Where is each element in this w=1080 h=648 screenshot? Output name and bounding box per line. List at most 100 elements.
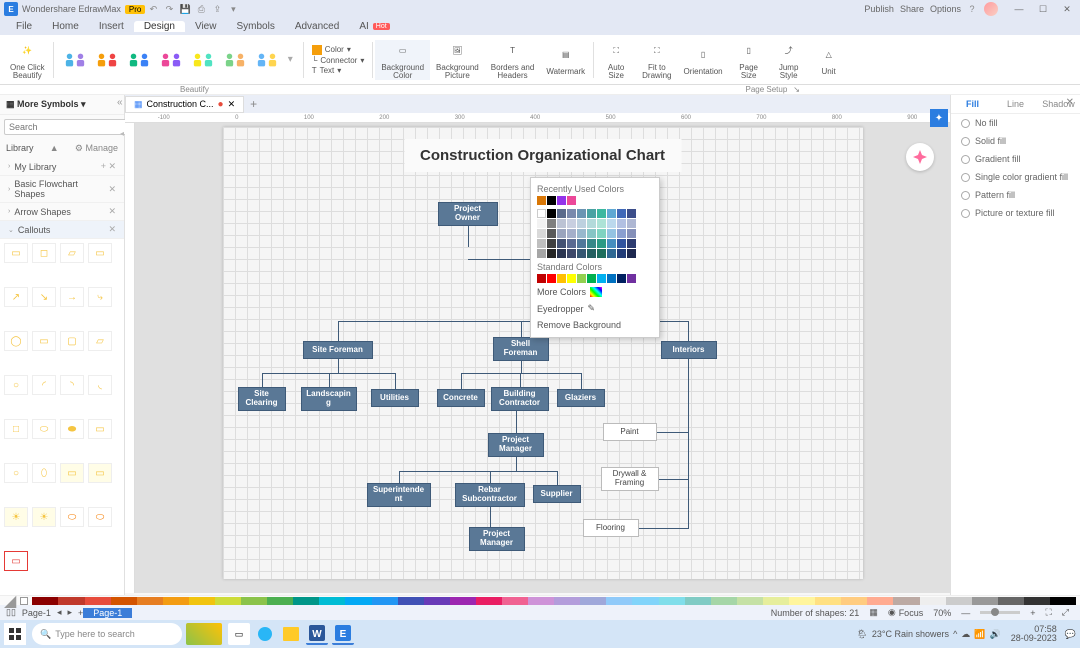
beautify-style-3[interactable]	[128, 51, 150, 69]
zoom-out-icon[interactable]: —	[961, 608, 970, 618]
theme-color[interactable]	[567, 229, 576, 238]
theme-color[interactable]	[597, 239, 606, 248]
theme-color[interactable]	[537, 219, 546, 228]
theme-color[interactable]	[577, 229, 586, 238]
color-chip[interactable]	[606, 597, 632, 605]
color-chip[interactable]	[763, 597, 789, 605]
shape-item[interactable]: ◜	[32, 375, 56, 395]
color-chip[interactable]	[372, 597, 398, 605]
theme-color[interactable]	[597, 249, 606, 258]
callouts-section[interactable]: ⌄Callouts✕	[0, 221, 124, 239]
shape-item[interactable]: ▭	[88, 243, 112, 263]
node-drywall-framing[interactable]: Drywall & Framing	[601, 467, 659, 491]
ribbon-text[interactable]: T Text ▾	[312, 66, 365, 75]
theme-color[interactable]	[567, 249, 576, 258]
node-concrete[interactable]: Concrete	[437, 389, 485, 407]
node-interiors[interactable]: Interiors	[661, 341, 717, 359]
chart-title[interactable]: Construction Organizational Chart	[404, 139, 681, 172]
theme-color[interactable]	[557, 239, 566, 248]
more-symbols-label[interactable]: ▦ More Symbols ▾	[6, 99, 86, 110]
theme-color[interactable]	[587, 249, 596, 258]
help-icon[interactable]: ?	[964, 2, 980, 16]
menu-symbols[interactable]: Symbols	[226, 21, 284, 32]
opt-gradient-fill[interactable]: Gradient fill	[951, 150, 1080, 168]
color-chip[interactable]	[998, 597, 1024, 605]
start-button[interactable]	[4, 623, 26, 645]
std-color[interactable]	[577, 274, 586, 283]
node-utilities[interactable]: Utilities	[371, 389, 419, 407]
theme-color[interactable]	[627, 249, 636, 258]
color-chip[interactable]	[476, 597, 502, 605]
theme-color[interactable]	[627, 239, 636, 248]
ribbon-connector[interactable]: └ Connector ▾	[312, 56, 365, 65]
theme-color[interactable]	[577, 239, 586, 248]
explorer-icon[interactable]	[280, 623, 302, 645]
node-project-owner[interactable]: Project Owner	[438, 202, 498, 226]
my-library-section[interactable]: ›My Library+ ✕	[0, 158, 124, 176]
color-chip[interactable]	[163, 597, 189, 605]
color-chip[interactable]	[111, 597, 137, 605]
borders-headers[interactable]: T Borders and Headers	[485, 40, 541, 80]
shape-item[interactable]: ⬬	[60, 419, 84, 439]
shape-item[interactable]: ◯	[4, 331, 28, 351]
color-chip[interactable]	[580, 597, 606, 605]
node-shell-foreman[interactable]: Shell Foreman	[493, 337, 549, 361]
std-color[interactable]	[557, 274, 566, 283]
pages-icon[interactable]: ▯▯	[6, 607, 16, 618]
shape-item[interactable]: ▢	[60, 331, 84, 351]
theme-color[interactable]	[587, 219, 596, 228]
close-tab-icon[interactable]: ✕	[228, 99, 236, 110]
beautify-style-4[interactable]	[160, 51, 182, 69]
shape-item[interactable]: ◟	[88, 375, 112, 395]
color-chip[interactable]	[319, 597, 345, 605]
color-chip[interactable]	[920, 597, 946, 605]
redo-icon[interactable]: ↷	[161, 2, 177, 16]
shape-item[interactable]: ▭	[32, 331, 56, 351]
beautify-style-1[interactable]	[64, 51, 86, 69]
shape-item[interactable]: ⬭	[88, 507, 112, 527]
node-landscaping[interactable]: Landscapin g	[301, 387, 357, 411]
theme-color[interactable]	[557, 229, 566, 238]
node-site-foreman[interactable]: Site Foreman	[303, 341, 373, 359]
color-chip[interactable]	[293, 597, 319, 605]
page-tab[interactable]: Page-1	[83, 608, 132, 618]
color-chip[interactable]	[58, 597, 84, 605]
export-icon[interactable]: ⇪	[209, 2, 225, 16]
color-chip[interactable]	[241, 597, 267, 605]
shape-item[interactable]: ○	[4, 463, 28, 483]
node-glaziers[interactable]: Glaziers	[557, 389, 605, 407]
minimize-button[interactable]: —	[1010, 4, 1028, 15]
theme-color[interactable]	[597, 209, 606, 218]
user-avatar[interactable]	[984, 2, 998, 16]
color-chip[interactable]	[85, 597, 111, 605]
shape-item[interactable]: ○	[4, 375, 28, 395]
taskbar-search[interactable]: 🔍 Type here to search	[32, 623, 182, 645]
undo-icon[interactable]: ↶	[145, 2, 161, 16]
theme-color[interactable]	[617, 219, 626, 228]
page-size[interactable]: ▯ Page Size	[729, 40, 769, 80]
background-picture[interactable]: 🖼 Background Picture	[430, 40, 485, 80]
theme-color[interactable]	[547, 229, 556, 238]
color-chip[interactable]	[450, 597, 476, 605]
recent-color[interactable]	[567, 196, 576, 205]
color-chip[interactable]	[893, 597, 919, 605]
fit-to-drawing[interactable]: ⛶ Fit to Drawing	[636, 40, 677, 80]
auto-size[interactable]: ⛶ Auto Size	[596, 40, 636, 80]
std-color[interactable]	[607, 274, 616, 283]
tray-chevron-icon[interactable]: ^	[953, 629, 957, 639]
theme-color[interactable]	[627, 229, 636, 238]
color-chip[interactable]	[815, 597, 841, 605]
theme-color[interactable]	[627, 219, 636, 228]
unit[interactable]: △ Unit	[809, 44, 849, 76]
theme-color[interactable]	[607, 239, 616, 248]
beautify-style-5[interactable]	[192, 51, 214, 69]
theme-color[interactable]	[607, 249, 616, 258]
color-chip[interactable]	[1050, 597, 1076, 605]
beautify-more[interactable]: ▾	[288, 54, 293, 65]
menu-insert[interactable]: Insert	[89, 21, 134, 32]
menu-file[interactable]: File	[6, 21, 42, 32]
opt-no-fill[interactable]: No fill	[951, 114, 1080, 132]
canvas-ai-badge[interactable]	[906, 143, 934, 171]
shape-item[interactable]: ▭	[88, 419, 112, 439]
color-chip[interactable]	[659, 597, 685, 605]
